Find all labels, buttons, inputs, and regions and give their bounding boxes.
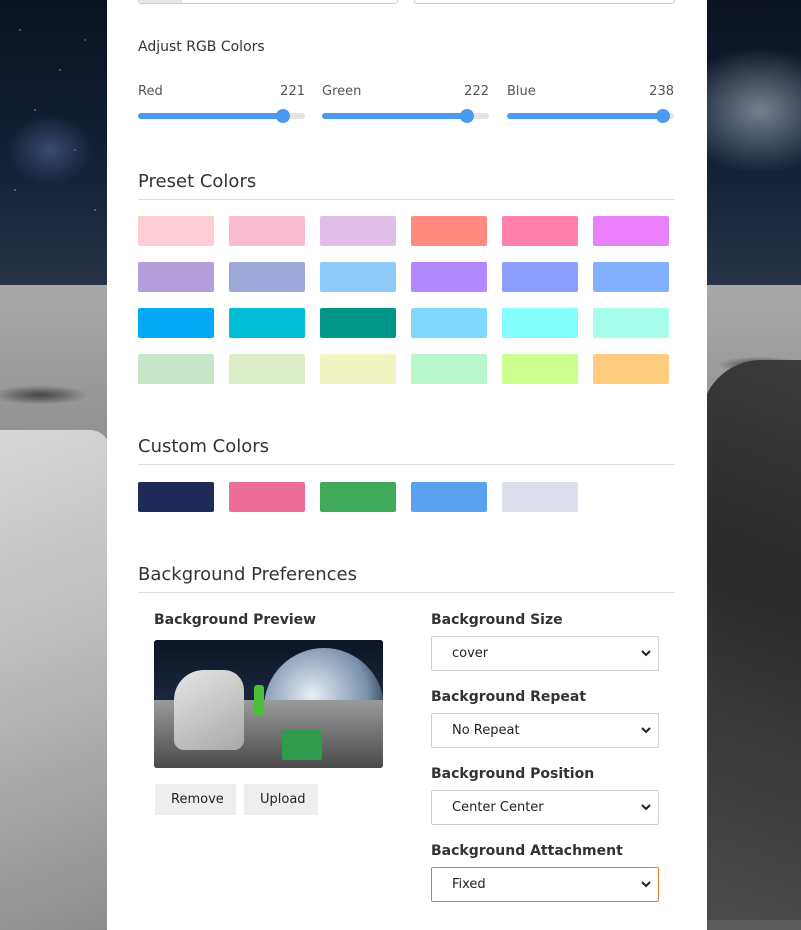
remove-button[interactable]: Remove bbox=[155, 784, 236, 815]
red-slider-thumb[interactable] bbox=[275, 109, 290, 123]
background-size-value: cover bbox=[452, 646, 489, 661]
background-size-select[interactable]: cover bbox=[431, 636, 659, 671]
preset-color-swatch[interactable] bbox=[320, 308, 396, 338]
preset-color-swatch[interactable] bbox=[593, 354, 669, 384]
blue-label: Blue bbox=[507, 84, 536, 99]
background-repeat-label: Background Repeat bbox=[431, 689, 587, 705]
preset-color-swatch[interactable] bbox=[411, 216, 487, 246]
preset-color-swatch[interactable] bbox=[138, 354, 214, 384]
blue-slider: Blue 238 bbox=[507, 84, 674, 123]
green-value: 222 bbox=[464, 84, 489, 99]
custom-color-swatch[interactable] bbox=[320, 482, 396, 512]
background-position-label: Background Position bbox=[431, 766, 595, 782]
background-preview-image bbox=[154, 640, 383, 768]
chevron-down-icon bbox=[641, 727, 651, 734]
preset-color-swatch[interactable] bbox=[229, 216, 305, 246]
preset-color-grid bbox=[138, 216, 675, 384]
chevron-down-icon bbox=[641, 650, 651, 657]
green-slider-track[interactable] bbox=[322, 109, 489, 123]
preset-color-swatch[interactable] bbox=[138, 262, 214, 292]
background-preferences-title: Background Preferences bbox=[138, 564, 675, 593]
blue-slider-track[interactable] bbox=[507, 109, 674, 123]
preset-color-swatch[interactable] bbox=[502, 354, 578, 384]
preset-color-swatch[interactable] bbox=[502, 308, 578, 338]
upload-button[interactable]: Upload bbox=[244, 784, 318, 815]
green-slider: Green 222 bbox=[322, 84, 489, 123]
partial-input-top-right[interactable] bbox=[414, 0, 675, 4]
custom-color-swatch[interactable] bbox=[411, 482, 487, 512]
preset-color-swatch[interactable] bbox=[138, 308, 214, 338]
background-attachment-select[interactable]: Fixed bbox=[431, 867, 659, 902]
chevron-down-icon bbox=[641, 881, 651, 888]
preset-color-swatch[interactable] bbox=[502, 216, 578, 246]
rgb-title: Adjust RGB Colors bbox=[138, 39, 265, 55]
preset-color-swatch[interactable] bbox=[320, 216, 396, 246]
custom-color-swatch[interactable] bbox=[138, 482, 214, 512]
settings-panel: Adjust RGB Colors Red 221 Green 222 Blue… bbox=[107, 0, 707, 930]
preset-color-swatch[interactable] bbox=[411, 308, 487, 338]
preset-color-swatch[interactable] bbox=[320, 354, 396, 384]
preset-color-swatch[interactable] bbox=[138, 216, 214, 246]
background-repeat-value: No Repeat bbox=[452, 723, 520, 738]
preset-color-swatch[interactable] bbox=[411, 262, 487, 292]
background-size-label: Background Size bbox=[431, 612, 563, 628]
blue-value: 238 bbox=[649, 84, 674, 99]
custom-color-swatch[interactable] bbox=[229, 482, 305, 512]
background-attachment-value: Fixed bbox=[452, 877, 486, 892]
partial-input-top-left[interactable] bbox=[138, 0, 398, 4]
red-slider: Red 221 bbox=[138, 84, 305, 123]
preset-color-swatch[interactable] bbox=[320, 262, 396, 292]
preset-color-swatch[interactable] bbox=[229, 262, 305, 292]
preset-color-swatch[interactable] bbox=[411, 354, 487, 384]
background-attachment-label: Background Attachment bbox=[431, 843, 623, 859]
preset-color-swatch[interactable] bbox=[502, 262, 578, 292]
preset-color-swatch[interactable] bbox=[593, 262, 669, 292]
green-slider-thumb[interactable] bbox=[460, 109, 475, 123]
blue-slider-thumb[interactable] bbox=[655, 109, 670, 123]
green-label: Green bbox=[322, 84, 362, 99]
preset-color-swatch[interactable] bbox=[229, 308, 305, 338]
background-position-select[interactable]: Center Center bbox=[431, 790, 659, 825]
chevron-down-icon bbox=[641, 804, 651, 811]
custom-colors-title: Custom Colors bbox=[138, 436, 675, 465]
background-preview-label: Background Preview bbox=[154, 612, 317, 628]
red-slider-track[interactable] bbox=[138, 109, 305, 123]
custom-color-grid bbox=[138, 482, 675, 512]
preset-color-swatch[interactable] bbox=[229, 354, 305, 384]
custom-color-swatch[interactable] bbox=[502, 482, 578, 512]
preset-color-swatch[interactable] bbox=[593, 308, 669, 338]
preset-color-swatch[interactable] bbox=[593, 216, 669, 246]
red-label: Red bbox=[138, 84, 163, 99]
preset-colors-title: Preset Colors bbox=[138, 171, 675, 200]
red-value: 221 bbox=[280, 84, 305, 99]
background-position-value: Center Center bbox=[452, 800, 544, 815]
background-repeat-select[interactable]: No Repeat bbox=[431, 713, 659, 748]
